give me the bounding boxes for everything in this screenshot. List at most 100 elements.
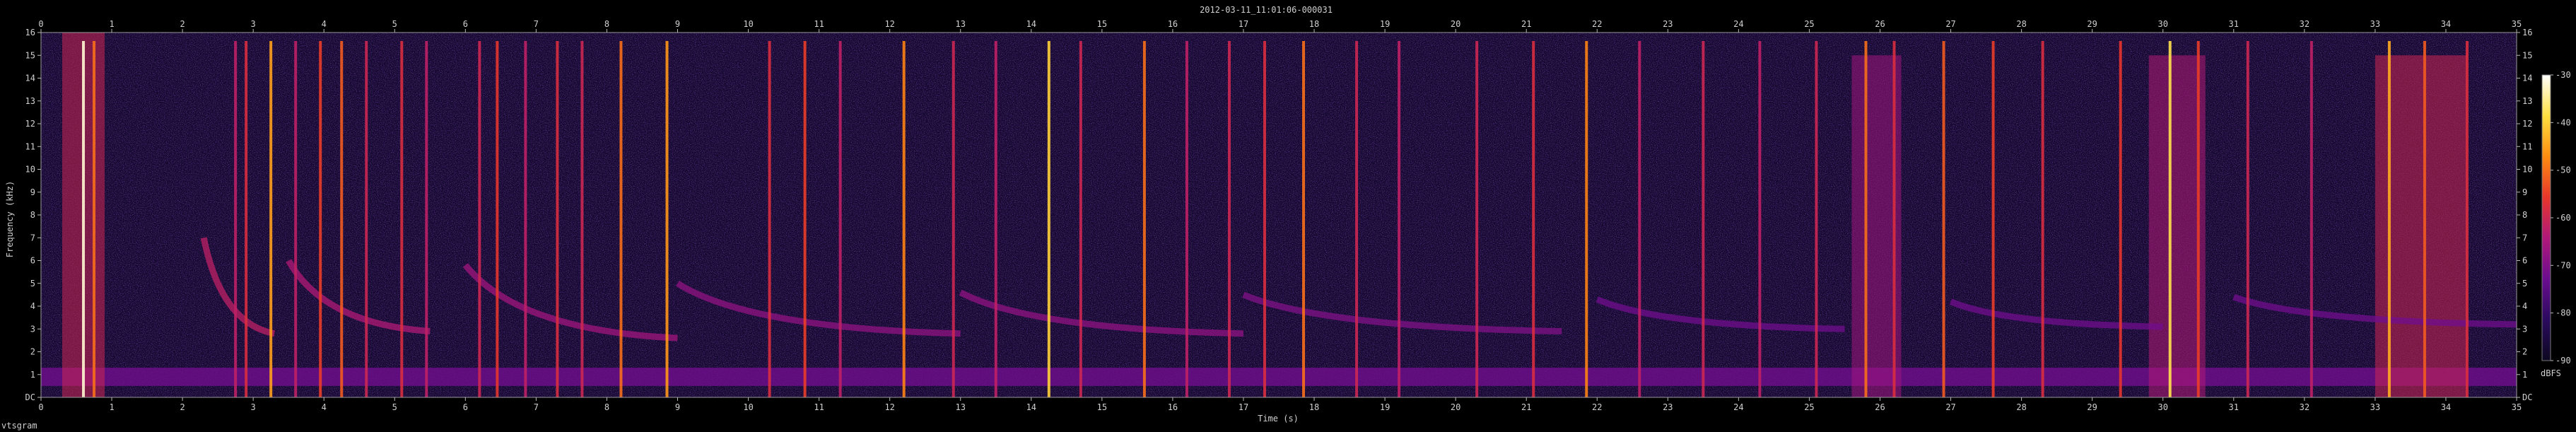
y-tick-label-right: 1 — [2522, 370, 2527, 380]
broadband-click — [2119, 41, 2122, 397]
broadband-click — [1079, 41, 1082, 397]
broadband-click — [340, 41, 344, 397]
x-tick-label-bottom: 33 — [2370, 402, 2380, 412]
broadband-click — [93, 41, 96, 397]
y-axis-right: DC12345678910111213141516 — [2517, 28, 2532, 402]
low-frequency-band — [41, 368, 2517, 386]
broadband-click — [1585, 41, 1588, 397]
x-tick-label-top: 7 — [534, 19, 539, 29]
x-tick-label-top: 15 — [1097, 19, 1107, 29]
x-tick-label-top: 14 — [1026, 19, 1036, 29]
y-tick-label-right: DC — [2522, 392, 2532, 402]
x-tick-label-top: 8 — [604, 19, 609, 29]
x-tick-label-bottom: 27 — [1945, 402, 1955, 412]
broadband-click — [400, 41, 404, 397]
x-tick-label-bottom: 35 — [2512, 402, 2522, 412]
colorbar-tick-label: -90 — [2555, 356, 2571, 366]
broadband-click — [1475, 41, 1479, 397]
x-tick-label-bottom: 12 — [884, 402, 894, 412]
x-tick-label-top: 32 — [2300, 19, 2309, 29]
x-tick-label-bottom: 31 — [2229, 402, 2239, 412]
x-tick-label-top: 2 — [180, 19, 185, 29]
x-tick-label-bottom: 29 — [2087, 402, 2097, 412]
y-tick-label-left: 3 — [30, 324, 35, 334]
x-tick-label-bottom: 28 — [2016, 402, 2026, 412]
x-tick-label-bottom: 4 — [322, 402, 327, 412]
x-tick-label-top: 4 — [322, 19, 327, 29]
x-tick-label-top: 21 — [1521, 19, 1531, 29]
x-tick-label-bottom: 24 — [1733, 402, 1743, 412]
x-tick-label-bottom: 18 — [1309, 402, 1319, 412]
x-tick-label-bottom: 6 — [463, 402, 468, 412]
x-tick-label-top: 31 — [2229, 19, 2239, 29]
x-tick-label-top: 1 — [109, 19, 114, 29]
broadband-click — [1263, 41, 1266, 397]
broadband-click — [1047, 41, 1050, 397]
broadband-click — [2168, 41, 2172, 397]
y-tick-label-left: 10 — [25, 165, 35, 175]
broadband-click — [1227, 41, 1231, 397]
broadband-click — [234, 41, 238, 397]
broadband-click — [580, 41, 584, 397]
y-tick-label-right: 14 — [2522, 74, 2532, 83]
y-tick-label-right: 2 — [2522, 347, 2527, 357]
broadband-click — [768, 41, 771, 397]
y-tick-label-right: 11 — [2522, 141, 2532, 151]
y-tick-label-left: 2 — [30, 347, 35, 357]
y-tick-label-left: 1 — [30, 370, 35, 380]
x-tick-label-top: 3 — [251, 19, 256, 29]
x-tick-label-top: 28 — [2016, 19, 2026, 29]
broadband-click — [1638, 41, 1641, 397]
x-tick-label-top: 5 — [392, 19, 397, 29]
y-tick-label-left: 14 — [25, 74, 35, 83]
broadband-click — [665, 41, 669, 397]
broadband-click — [1892, 41, 1896, 397]
y-tick-label-left: 7 — [30, 233, 35, 243]
broadband-click — [496, 41, 499, 397]
broadband-click — [1702, 41, 1705, 397]
colorbar-tick-label: -40 — [2555, 117, 2571, 127]
colorbar-tick-label: -70 — [2555, 260, 2571, 270]
y-tick-label-right: 4 — [2522, 301, 2527, 311]
x-tick-label-bottom: 8 — [604, 402, 609, 412]
x-tick-label-top: 11 — [814, 19, 824, 29]
x-tick-label-bottom: 21 — [1521, 402, 1531, 412]
x-tick-label-bottom: 7 — [534, 402, 539, 412]
y-tick-label-right: 8 — [2522, 210, 2527, 220]
x-tick-label-bottom: 23 — [1663, 402, 1673, 412]
y-tick-label-left: 11 — [25, 141, 35, 151]
x-tick-label-top: 34 — [2441, 19, 2451, 29]
y-tick-label-right: 5 — [2522, 279, 2527, 288]
broadband-click — [365, 41, 368, 397]
x-tick-label-top: 13 — [956, 19, 966, 29]
broadband-click — [478, 41, 481, 397]
x-axis-label: Time (s) — [1258, 414, 1299, 424]
x-tick-label-bottom: 15 — [1097, 402, 1107, 412]
broadband-click — [2196, 41, 2200, 397]
colorbar-tick-label: -60 — [2555, 213, 2571, 223]
x-tick-label-top: 9 — [675, 19, 680, 29]
x-tick-label-bottom: 1 — [109, 402, 114, 412]
broadband-click — [2041, 41, 2044, 397]
colorbar-tick-label: -80 — [2555, 308, 2571, 318]
x-tick-label-bottom: 32 — [2300, 402, 2309, 412]
y-tick-label-right: 7 — [2522, 233, 2527, 243]
x-tick-label-bottom: 30 — [2158, 402, 2167, 412]
y-tick-label-left: 8 — [30, 210, 35, 220]
broadband-click — [1398, 41, 1401, 397]
x-tick-label-top: 24 — [1733, 19, 1743, 29]
dense-region — [2148, 55, 2206, 397]
x-tick-label-bottom: 20 — [1451, 402, 1460, 412]
broadband-click — [902, 41, 906, 397]
colorbar-label: dBFS — [2541, 368, 2561, 378]
colorbar-tick-label: -30 — [2555, 70, 2571, 80]
x-tick-label-top: 6 — [463, 19, 468, 29]
x-tick-label-top: 10 — [743, 19, 753, 29]
broadband-click — [245, 41, 248, 397]
x-tick-label-top: 29 — [2087, 19, 2097, 29]
x-tick-label-top: 30 — [2158, 19, 2167, 29]
x-tick-label-top: 12 — [884, 19, 894, 29]
y-axis-label: Frequency (kHz) — [5, 181, 15, 257]
y-tick-label-left: 16 — [25, 28, 35, 37]
x-tick-label-top: 16 — [1168, 19, 1178, 29]
